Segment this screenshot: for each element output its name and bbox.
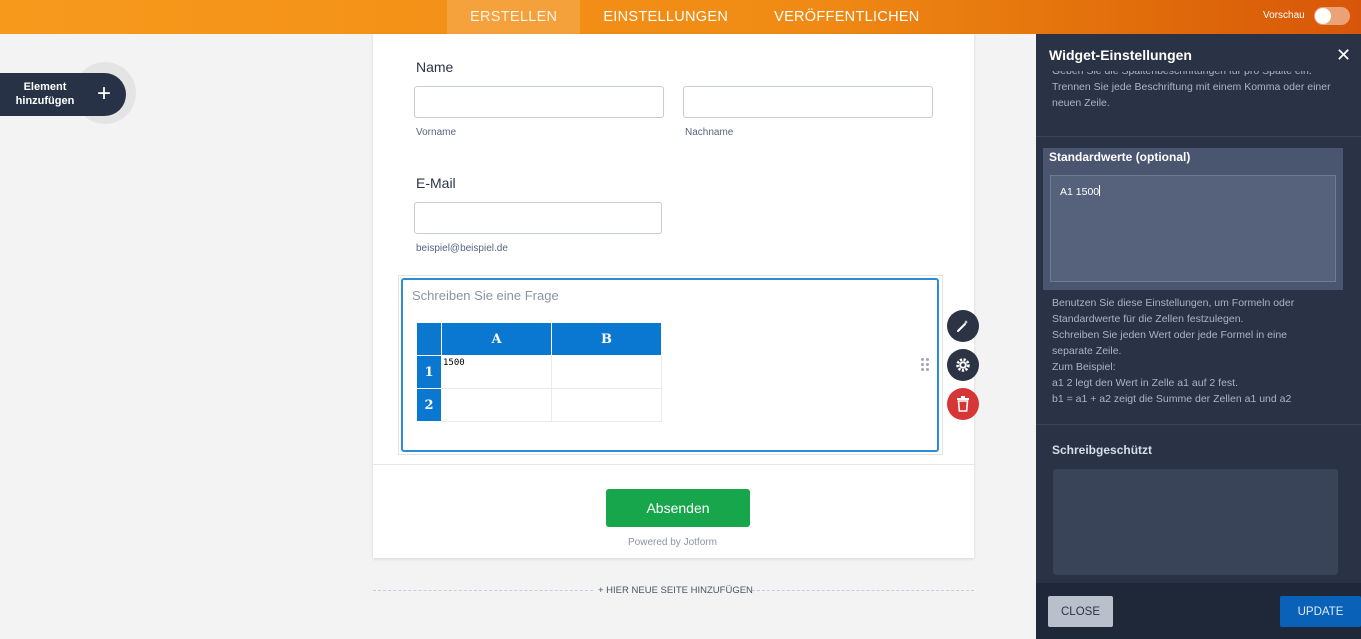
delete-button[interactable] — [947, 388, 979, 420]
spreadsheet-widget: A B 1 1500 2 — [416, 322, 662, 422]
email-label: E-Mail — [416, 175, 456, 191]
sheet-column-header: A — [441, 322, 552, 356]
first-name-input[interactable] — [414, 86, 664, 118]
sheet-column-header: B — [551, 322, 662, 356]
preview-toggle[interactable] — [1314, 7, 1350, 25]
submit-button[interactable]: Absenden — [606, 489, 750, 527]
last-name-sublabel: Nachname — [685, 127, 734, 138]
card-divider — [373, 464, 974, 465]
sheet-cell-b2[interactable] — [551, 388, 662, 422]
help-line: Zum Beispiel: — [1052, 361, 1116, 373]
text-cursor — [1099, 185, 1101, 196]
column-labels-help-text: Geben Sie die Spaltenbeschriftungen für … — [1052, 71, 1331, 109]
add-element-label: Element hinzufügen — [15, 81, 75, 107]
powered-by-text: Powered by Jotform — [628, 537, 717, 548]
panel-divider — [1036, 136, 1361, 137]
tab-veroeffentlichen[interactable]: VERÖFFENTLICHEN — [751, 0, 943, 34]
help-line: b1 = a1 + a2 zeigt die Summe der Zellen … — [1052, 393, 1292, 405]
help-line: a1 2 legt den Wert in Zelle a1 auf 2 fes… — [1052, 377, 1239, 389]
first-name-sublabel: Vorname — [416, 127, 457, 138]
sheet-cell-b1[interactable] — [551, 355, 662, 389]
preview-label: Vorschau — [1263, 10, 1305, 21]
drag-handle-icon[interactable] — [920, 358, 930, 372]
magic-wand-icon — [957, 320, 968, 332]
top-navigation-bar: ERSTELLEN EINSTELLUNGEN VERÖFFENTLICHEN … — [0, 0, 1361, 34]
readonly-textarea[interactable] — [1053, 469, 1338, 575]
widget-settings-button[interactable] — [947, 349, 979, 381]
sheet-corner-cell — [416, 322, 442, 356]
add-new-page-link[interactable]: + HIER NEUE SEITE HINZUFÜGEN — [598, 585, 753, 596]
sheet-cell-a1[interactable]: 1500 — [441, 355, 552, 389]
sheet-cell-a2[interactable] — [441, 388, 552, 422]
default-values-textarea[interactable]: A1 1500 — [1050, 175, 1336, 282]
toggle-knob — [1315, 8, 1331, 24]
panel-divider — [1036, 424, 1361, 425]
add-element-button[interactable]: Element hinzufügen + — [0, 73, 126, 116]
plus-icon: + — [97, 80, 112, 107]
default-values-label: Standardwerte (optional) — [1049, 150, 1191, 164]
close-icon[interactable]: ✕ — [1336, 45, 1351, 66]
trash-icon — [957, 396, 969, 412]
sheet-row-header: 2 — [416, 388, 442, 422]
sheet-row-header: 1 — [416, 355, 442, 389]
email-sublabel: beispiel@beispiel.de — [416, 243, 508, 254]
name-label: Name — [416, 59, 454, 75]
tab-erstellen[interactable]: ERSTELLEN — [447, 0, 581, 34]
new-page-divider-left — [373, 590, 593, 591]
help-line: separate Zeile. — [1052, 345, 1122, 357]
builder-tabs: ERSTELLEN EINSTELLUNGEN VERÖFFENTLICHEN — [447, 0, 943, 34]
question-label[interactable]: Schreiben Sie eine Frage — [412, 288, 559, 303]
help-line: Standardwerte für die Zellen festzulegen… — [1052, 313, 1244, 325]
column-labels-help: Geben Sie die Spaltenbeschriftungen für … — [1052, 71, 1342, 121]
panel-title: Widget-Einstellungen — [1049, 47, 1192, 63]
default-values-text: A1 1500 — [1060, 186, 1100, 198]
readonly-label: Schreibgeschützt — [1052, 443, 1153, 457]
last-name-input[interactable] — [683, 86, 933, 118]
help-line: Schreiben Sie jeden Wert oder jede Forme… — [1052, 329, 1288, 341]
email-input[interactable] — [414, 202, 662, 234]
update-button[interactable]: UPDATE — [1280, 596, 1361, 627]
gear-icon — [956, 358, 970, 372]
tab-einstellungen[interactable]: EINSTELLUNGEN — [580, 0, 751, 34]
close-button[interactable]: CLOSE — [1048, 596, 1113, 627]
magic-wand-button[interactable] — [947, 310, 979, 342]
new-page-divider-right — [752, 590, 974, 591]
default-values-help: Benutzen Sie diese Einstellungen, um For… — [1052, 295, 1352, 407]
help-line: Benutzen Sie diese Einstellungen, um For… — [1052, 297, 1295, 309]
